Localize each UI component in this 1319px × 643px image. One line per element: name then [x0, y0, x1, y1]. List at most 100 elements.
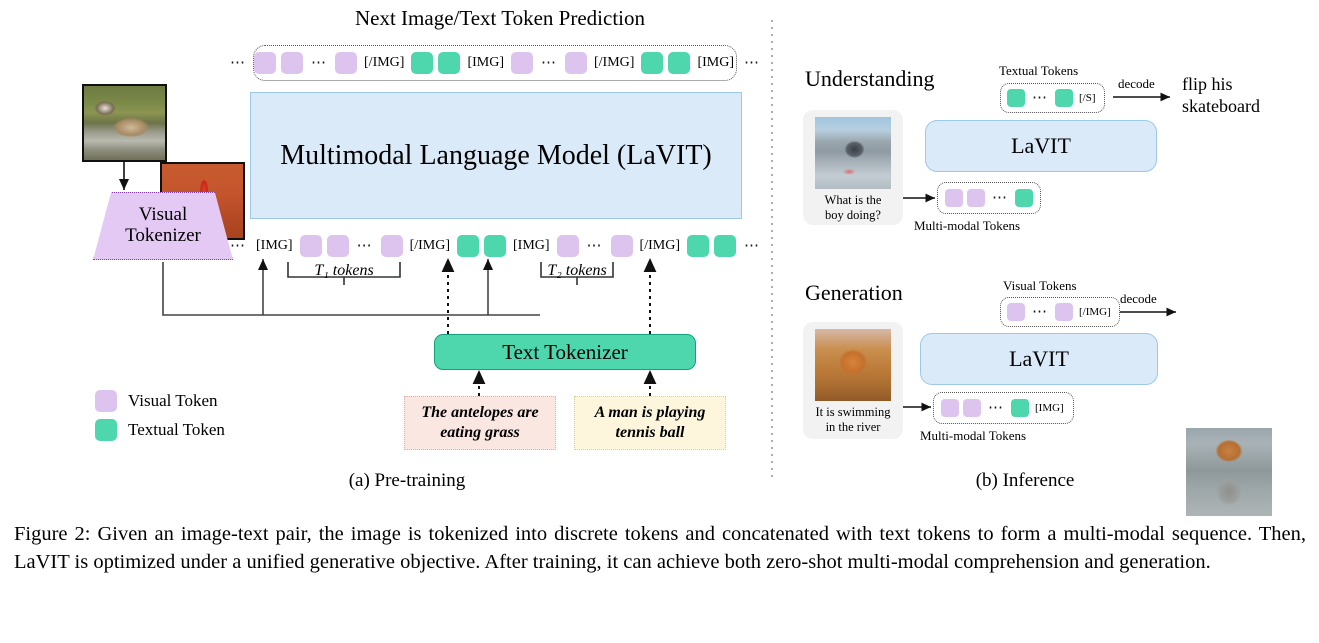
visual-token: [556, 235, 579, 257]
orange-cat-photo: [815, 329, 891, 401]
antelope-photo: [82, 84, 167, 162]
textual-token: [1055, 89, 1073, 107]
ellipsis: ⋯: [1032, 89, 1048, 106]
caption-left-text: The antelopes are eating grass: [421, 403, 539, 441]
understanding-lavit-box: LaVIT: [925, 120, 1157, 172]
token-marker: [/IMG]: [409, 238, 450, 253]
visual-token: [254, 52, 277, 74]
ellipsis: ⋯: [311, 54, 328, 71]
token-marker: [/IMG]: [364, 55, 405, 70]
ellipsis: ⋯: [743, 237, 760, 254]
subcaption-b: (b) Inference: [975, 470, 1075, 491]
token-marker: [IMG]: [697, 55, 734, 70]
legend-item-textual: Textual Token: [95, 419, 225, 441]
ellipsis: ⋯: [743, 54, 760, 71]
visual-token: [967, 189, 985, 207]
textual-token: [1011, 399, 1029, 417]
ellipsis: ⋯: [356, 237, 373, 254]
understanding-output-tokens-label: Textual Tokens: [999, 63, 1079, 78]
understanding-result-line2: skateboard: [1182, 95, 1260, 116]
generation-input-caption-line2: in the river: [825, 420, 881, 434]
ellipsis: ⋯: [586, 237, 603, 254]
token-marker: [/IMG]: [639, 238, 680, 253]
textual-token: [411, 52, 434, 74]
legend-label-textual: Textual Token: [128, 420, 225, 439]
understanding-input-caption: What is the boy doing?: [825, 193, 882, 223]
caption-box-right: A man is playing tennis ball: [574, 396, 726, 450]
caption-box-left: The antelopes are eating grass: [404, 396, 556, 450]
next-token-prediction-sequence: ⋯ ⋯ [/IMG] [IMG] ⋯ [/IMG] [IMG] ⋯: [230, 45, 759, 81]
token-marker: [IMG]: [513, 238, 550, 253]
visual-token: [1007, 303, 1025, 321]
textual-token: [457, 235, 479, 257]
generation-input-card: It is swimming in the river: [803, 322, 903, 439]
t1-tokens-label: T₁ tokens: [314, 262, 374, 279]
token-marker: [/S]: [1079, 91, 1096, 104]
generation-heading: Generation: [805, 280, 903, 305]
visual-token: [941, 399, 959, 417]
token-marker: [IMG]: [1035, 401, 1064, 414]
visual-token: [511, 52, 533, 74]
understanding-heading: Understanding: [805, 66, 935, 91]
caption-right-text: A man is playing tennis ball: [594, 403, 706, 441]
textual-token: [641, 52, 664, 74]
visual-token: [1055, 303, 1073, 321]
generation-input-caption-line1: It is swimming: [815, 405, 891, 419]
token-marker: [/IMG]: [594, 55, 635, 70]
text-tokenizer-label: Text Tokenizer: [502, 339, 628, 364]
visual-token: [335, 52, 358, 74]
textual-token: [1015, 189, 1033, 207]
visual-token: [380, 235, 403, 257]
token-marker: [IMG]: [256, 238, 293, 253]
understanding-input-caption-line2: boy doing?: [825, 208, 881, 222]
textual-token: [438, 52, 461, 74]
visual-token-swatch: [95, 390, 117, 412]
legend: Visual Token Textual Token: [95, 390, 225, 441]
text-tokenizer-block: Text Tokenizer: [434, 334, 696, 370]
cat-in-water-photo: [1186, 428, 1272, 516]
generation-lavit-box: LaVIT: [920, 333, 1158, 385]
understanding-result-line1: flip his: [1182, 74, 1233, 94]
figure-caption: Figure 2: Given an image-text pair, the …: [14, 523, 1306, 574]
ellipsis: ⋯: [1032, 303, 1048, 320]
understanding-lavit-label: LaVIT: [1011, 133, 1071, 158]
visual-tokenizer-block: Visual Tokenizer: [93, 192, 233, 260]
visual-token: [610, 235, 633, 257]
textual-token: [484, 235, 506, 257]
understanding-multimodal-tokens: ⋯: [937, 182, 1041, 214]
visual-token: [565, 52, 587, 74]
textual-token: [686, 235, 709, 257]
llm-box-label: Multimodal Language Model (LaVIT): [280, 139, 712, 171]
generation-decode-label: decode: [1120, 291, 1157, 306]
generation-multimodal-tokens-label: Multi-modal Tokens: [920, 428, 1027, 443]
ellipsis: ⋯: [230, 54, 247, 71]
textual-token: [713, 235, 736, 257]
visual-token: [299, 235, 322, 257]
ellipsis: ⋯: [541, 54, 557, 71]
generation-output-tokens-label: Visual Tokens: [1003, 278, 1077, 293]
t2-tokens-label: T₂ tokens: [547, 262, 607, 279]
legend-label-visual: Visual Token: [128, 391, 218, 410]
visual-token: [326, 235, 349, 257]
understanding-input-card: What is the boy doing?: [803, 110, 903, 225]
ellipsis: ⋯: [992, 189, 1008, 206]
visual-token: [963, 399, 981, 417]
textual-token: [668, 52, 691, 74]
understanding-result-text: flip his skateboard: [1182, 74, 1260, 117]
visual-token: [281, 52, 304, 74]
page-title: Next Image/Text Token Prediction: [354, 6, 645, 30]
understanding-decode-label: decode: [1118, 76, 1155, 91]
textual-token: [1007, 89, 1025, 107]
generation-multimodal-tokens: ⋯ [IMG]: [933, 392, 1074, 424]
skateboarder-photo: [815, 117, 891, 189]
generation-lavit-label: LaVIT: [1009, 346, 1069, 371]
visual-token: [945, 189, 963, 207]
subcaption-a: (a) Pre-training: [348, 470, 466, 491]
visual-tokenizer-shape: [93, 192, 233, 260]
generation-input-caption: It is swimming in the river: [815, 405, 890, 435]
token-marker: [/IMG]: [1079, 305, 1111, 318]
token-marker: [IMG]: [467, 55, 504, 70]
generation-output-tokens: ⋯ [/IMG]: [1000, 297, 1120, 327]
understanding-output-tokens: ⋯ [/S]: [1000, 83, 1105, 113]
ellipsis: ⋯: [988, 399, 1004, 416]
